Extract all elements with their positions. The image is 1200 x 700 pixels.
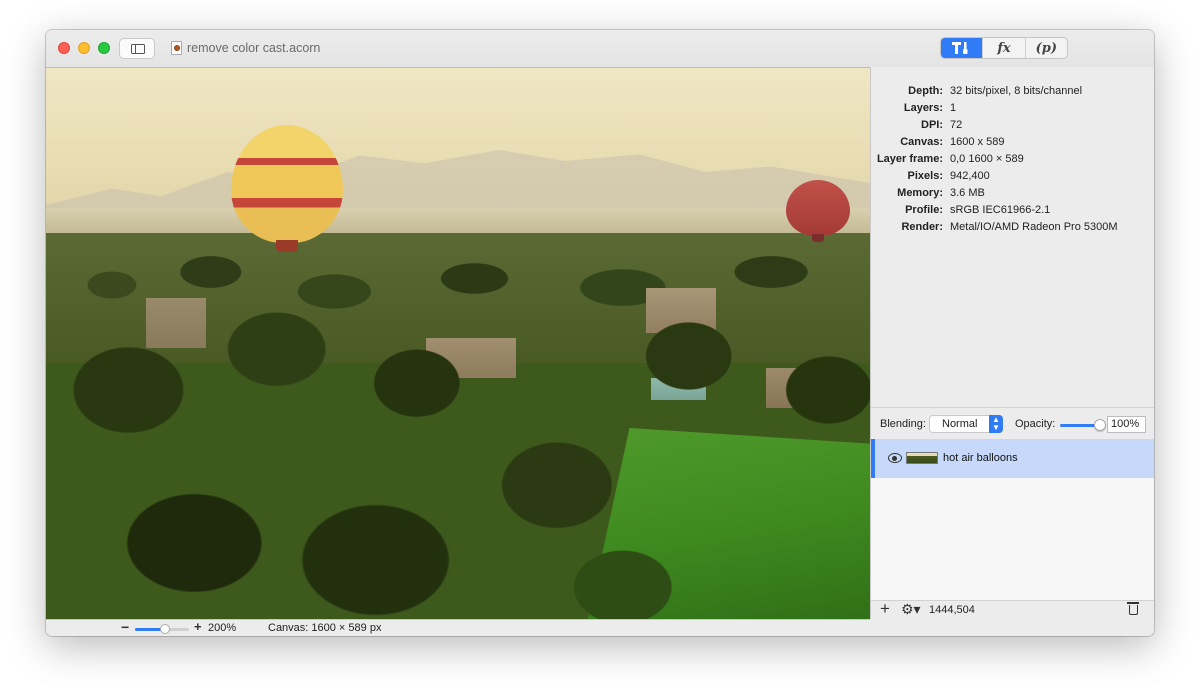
p-segment[interactable]: (p) (1026, 38, 1067, 58)
fx-segment[interactable]: fx (983, 38, 1026, 58)
info-row-layer-frame: Layer frame: 0,0 1600 × 589 (876, 153, 1024, 165)
trash-icon[interactable] (1127, 602, 1139, 615)
image-palm-trees (46, 288, 870, 619)
info-row-layers: Layers: 1 (903, 102, 957, 114)
info-row-memory: Memory: 3.6 MB (897, 187, 985, 199)
layers-list: hot air balloons (871, 439, 1154, 600)
inspector-segmented-control: fx (p) (940, 37, 1068, 59)
layer-row[interactable]: hot air balloons (871, 439, 1154, 478)
close-window-button[interactable] (58, 42, 70, 54)
zoom-in-button[interactable]: + (194, 619, 202, 634)
title-bar: remove color cast.acorn fx (p) (46, 30, 1154, 67)
opacity-slider[interactable] (1060, 419, 1106, 431)
opacity-slider-knob[interactable] (1094, 419, 1106, 431)
app-window: remove color cast.acorn fx (p) Depth: 32… (46, 30, 1154, 636)
zoom-window-button[interactable] (98, 42, 110, 54)
info-row-dpi: DPI: 72 (921, 119, 963, 131)
layer-name: hot air balloons (943, 452, 1018, 464)
blending-mode-select[interactable]: Normal ▲ ▼ (929, 415, 1003, 433)
info-row-profile: Profile: sRGB IEC61966-2.1 (905, 204, 1051, 216)
layer-thumbnail (906, 452, 938, 464)
blending-label: Blending: (880, 418, 926, 430)
opacity-input[interactable]: 100% (1107, 416, 1146, 433)
zoom-slider-knob[interactable] (159, 624, 170, 634)
opacity-label: Opacity: (1015, 418, 1056, 430)
canvas-size-label: Canvas: 1600 × 589 px (268, 622, 382, 634)
image-canvas[interactable] (46, 67, 870, 619)
info-row-canvas: Canvas: 1600 x 589 (900, 136, 1005, 148)
tools-segment[interactable] (941, 38, 984, 58)
document-title: remove color cast.acorn (187, 41, 321, 55)
tools-icon (951, 42, 968, 54)
status-bar: − + 200% Canvas: 1600 × 589 px (46, 619, 870, 636)
cursor-coordinates: 1444,504 (929, 604, 975, 616)
sidebar-toggle-button[interactable] (119, 38, 155, 59)
info-row-pixels: Pixels: 942,400 (907, 170, 990, 182)
document-icon (171, 41, 182, 55)
zoom-slider[interactable] (135, 624, 189, 634)
image-yellow-balloon (231, 125, 343, 252)
updown-arrows-icon: ▲ ▼ (989, 415, 1003, 433)
info-row-render: Render: Metal/IO/AMD Radeon Pro 5300M (901, 221, 1118, 233)
image-red-balloon (786, 180, 850, 242)
blending-bar: Blending: Normal ▲ ▼ Opacity: 100% (871, 407, 1154, 439)
gear-menu-button[interactable]: ⚙▾ (901, 601, 921, 618)
add-layer-button[interactable]: + (880, 599, 890, 619)
minimize-window-button[interactable] (78, 42, 90, 54)
info-row-depth: Depth: 32 bits/pixel, 8 bits/channel (908, 85, 1083, 97)
zoom-out-button[interactable]: − (121, 619, 129, 635)
layers-footer: + ⚙▾ 1444,504 (871, 599, 1154, 619)
zoom-level: 200% (208, 622, 237, 634)
sidebar-icon (131, 44, 145, 54)
blending-mode-value: Normal (942, 418, 978, 430)
eye-icon[interactable] (888, 453, 902, 463)
inspector-sidebar: Depth: 32 bits/pixel, 8 bits/channel Lay… (870, 67, 1154, 619)
